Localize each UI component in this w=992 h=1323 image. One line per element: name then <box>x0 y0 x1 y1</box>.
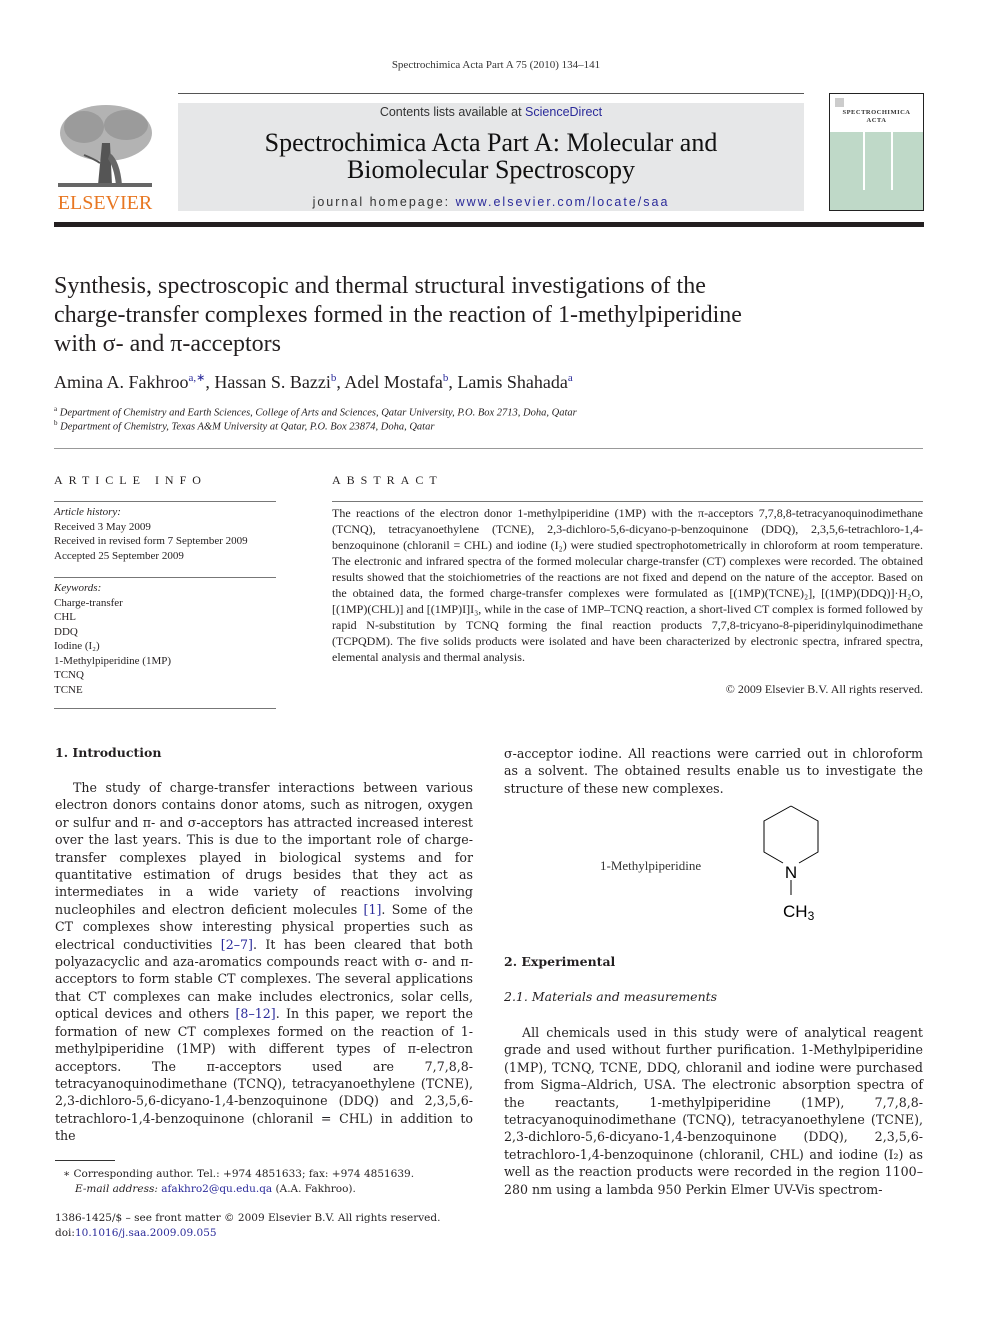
cover-title: SPECTROCHIMICA ACTA <box>842 109 911 124</box>
intro-paragraph: The study of charge-transfer interaction… <box>55 780 473 1144</box>
email-link[interactable]: afakhro2@qu.edu.qa <box>161 1183 272 1195</box>
homepage-link[interactable]: www.elsevier.com/locate/saa <box>456 195 670 209</box>
elsevier-logo[interactable]: ELSEVIER <box>54 103 156 215</box>
methylpiperidine-structure: N CH3 <box>763 805 819 923</box>
header-rule <box>178 93 804 94</box>
doi-line: doi:10.1016/j.saa.2009.09.055 <box>55 1227 217 1239</box>
section-heading-introduction: 1. Introduction <box>55 745 162 760</box>
keyword: DDQ <box>54 625 78 638</box>
abstract-rule <box>332 501 923 502</box>
author-affil-mark[interactable]: a <box>568 372 573 384</box>
experimental-paragraph: All chemicals used in this study were of… <box>504 1025 923 1197</box>
journal-cover-thumbnail[interactable]: SPECTROCHIMICA ACTA <box>829 93 924 211</box>
cover-logo-icon <box>835 98 844 107</box>
issn-line: 1386-1425/$ – see front matter © 2009 El… <box>55 1212 441 1224</box>
subsection-heading-materials: 2.1. Materials and measurements <box>504 989 718 1004</box>
journal-banner: Contents lists available at ScienceDirec… <box>178 103 804 211</box>
author: Amina A. Fakhroo <box>54 372 189 392</box>
keyword: 1-Methylpiperidine (1MP) <box>54 654 172 667</box>
cover-stripe <box>891 132 893 190</box>
corresponding-author-note: ∗ Corresponding author. Tel.: +974 48516… <box>63 1168 415 1180</box>
footnote-rule <box>55 1160 115 1161</box>
ring-bond <box>790 805 819 864</box>
email-note: E-mail address: afakhro2@qu.edu.qa (A.A.… <box>75 1183 356 1195</box>
abstract-text: The reactions of the electron donor 1-me… <box>332 506 923 664</box>
affiliation: b Department of Chemistry, Texas A&M Uni… <box>54 419 435 433</box>
methyl-group: CH3 <box>783 902 815 923</box>
running-head: Spectrochimica Acta Part A 75 (2010) 134… <box>391 59 601 71</box>
history-item: Accepted 25 September 2009 <box>54 549 184 562</box>
author: Adel Mostafa <box>344 372 443 392</box>
history-item: Received in revised form 7 September 200… <box>54 535 248 547</box>
publisher-name: ELSEVIER <box>57 192 153 214</box>
header-thick-rule <box>54 222 924 227</box>
keyword: Iodine (I₂) <box>54 640 100 652</box>
journal-homepage: journal homepage: www.elsevier.com/locat… <box>312 195 670 209</box>
nitrogen-atom: N <box>785 863 797 882</box>
author-affil-mark[interactable]: b <box>443 372 449 384</box>
cover-stripe <box>863 132 865 190</box>
history-item: Received 3 May 2009 <box>54 520 151 533</box>
ring-bond <box>763 805 792 864</box>
structure-label: 1-Methylpiperidine <box>600 858 702 873</box>
keyword: Charge-transfer <box>54 596 123 609</box>
author: Hassan S. Bazzi <box>214 372 331 392</box>
keywords: Keywords: Charge-transfer CHL DDQ Iodine… <box>54 581 276 697</box>
author: Lamis Shahada <box>457 372 568 392</box>
journal-title: Spectrochimica Acta Part A: Molecular an… <box>264 128 718 184</box>
author-affil-mark[interactable]: a,∗ <box>189 372 206 384</box>
keyword: CHL <box>54 611 76 623</box>
affiliation: a Department of Chemistry and Earth Scie… <box>54 405 577 419</box>
section-divider <box>54 448 923 449</box>
tree-icon <box>58 105 152 187</box>
cover-green-panel <box>830 132 923 210</box>
section-heading-experimental: 2. Experimental <box>504 954 616 969</box>
doi-link[interactable]: 10.1016/j.saa.2009.09.055 <box>75 1227 217 1239</box>
info-rule <box>54 708 276 709</box>
keyword: TCNQ <box>54 669 84 681</box>
citation-link[interactable]: [2–7] <box>221 937 253 952</box>
article-info-heading: ARTICLE INFO <box>54 473 207 487</box>
author-affil-mark[interactable]: b <box>331 372 337 384</box>
article-history: Article history: Received 3 May 2009 Rec… <box>54 505 276 563</box>
intro-paragraph-continued: σ-acceptor iodine. All reactions were ca… <box>504 746 923 796</box>
author-list: Amina A. Fakhrooa,∗, Hassan S. Bazzib, A… <box>54 372 573 392</box>
info-rule <box>54 577 276 578</box>
citation-link[interactable]: [1] <box>364 902 382 917</box>
sciencedirect-link[interactable]: ScienceDirect <box>525 105 602 119</box>
citation-link[interactable]: [8–12] <box>236 1006 276 1021</box>
keyword: TCNE <box>54 683 83 696</box>
contents-line: Contents lists available at ScienceDirec… <box>379 105 603 119</box>
abstract-copyright: © 2009 Elsevier B.V. All rights reserved… <box>725 682 923 696</box>
info-rule <box>54 501 276 502</box>
article-title: Synthesis, spectroscopic and thermal str… <box>54 273 742 357</box>
abstract-heading: ABSTRACT <box>332 473 443 487</box>
